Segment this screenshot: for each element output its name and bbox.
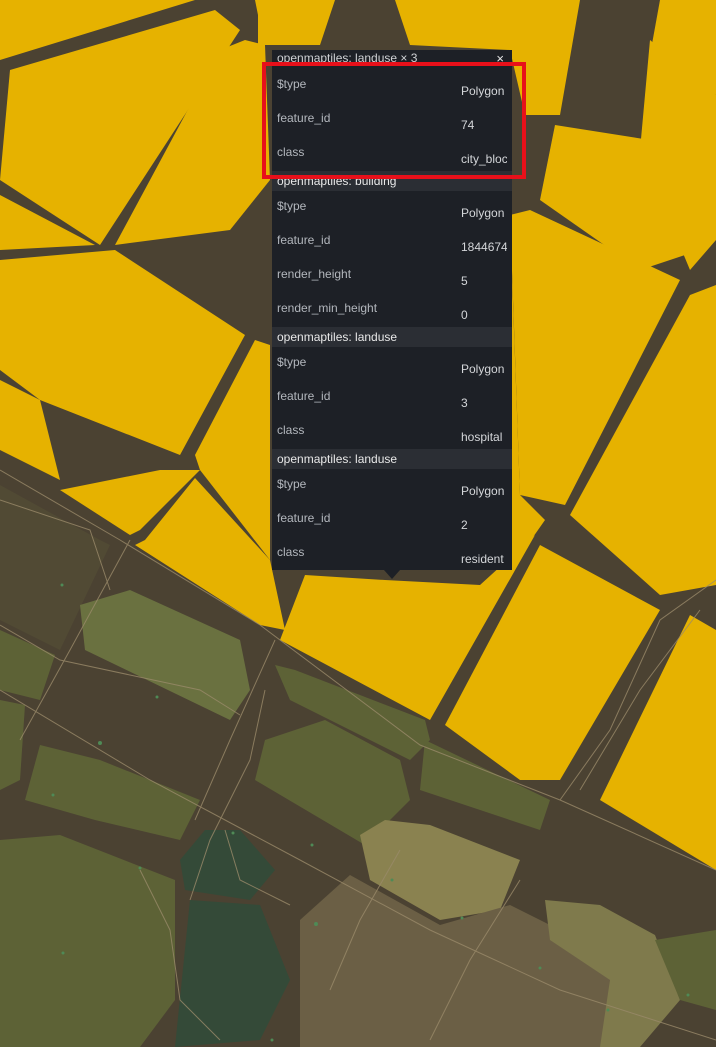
property-value: 1844674 bbox=[461, 240, 507, 254]
property-value: Polygon bbox=[461, 84, 505, 98]
property-key: render_height bbox=[277, 267, 352, 281]
property-value: 5 bbox=[461, 274, 468, 288]
property-key: $type bbox=[277, 355, 307, 369]
property-key: class bbox=[277, 545, 305, 559]
property-row: feature_id 2 bbox=[272, 511, 512, 545]
property-row: render_height 5 bbox=[272, 267, 512, 301]
popup-pointer bbox=[384, 570, 400, 579]
property-value: 3 bbox=[461, 396, 468, 410]
layer-header-building: openmaptiles: building bbox=[272, 171, 512, 191]
layer-header-landuse: openmaptiles: landuse bbox=[272, 327, 512, 347]
property-key: class bbox=[277, 145, 305, 159]
property-key: $type bbox=[277, 77, 307, 91]
property-value: Polygon bbox=[461, 484, 505, 498]
feature-inspect-popup: openmaptiles: landuse × 3 × $type Polygo… bbox=[272, 50, 512, 570]
property-value: city_bloc bbox=[461, 152, 507, 166]
property-key: feature_id bbox=[277, 233, 331, 247]
property-key: class bbox=[277, 423, 305, 437]
property-value: 2 bbox=[461, 518, 468, 532]
property-row: feature_id 3 bbox=[272, 389, 512, 423]
property-key: feature_id bbox=[277, 511, 331, 525]
property-row: feature_id 74 bbox=[272, 111, 512, 145]
layer-header-landuse: openmaptiles: landuse bbox=[272, 449, 512, 469]
property-key: $type bbox=[277, 199, 307, 213]
property-value: Polygon bbox=[461, 362, 505, 376]
property-value: hospital bbox=[461, 430, 503, 444]
property-value: 74 bbox=[461, 118, 475, 132]
close-icon[interactable]: × bbox=[496, 51, 504, 67]
property-key: render_min_height bbox=[277, 301, 378, 315]
property-key: feature_id bbox=[277, 389, 331, 403]
property-key: feature_id bbox=[277, 111, 331, 125]
property-row: $type Polygon bbox=[272, 477, 512, 511]
property-row: feature_id 1844674 bbox=[272, 233, 512, 267]
property-row: $type Polygon bbox=[272, 355, 512, 389]
property-value: resident bbox=[461, 552, 504, 566]
property-value: Polygon bbox=[461, 206, 505, 220]
property-key: $type bbox=[277, 477, 307, 491]
property-row: $type Polygon bbox=[272, 77, 512, 111]
property-value: 0 bbox=[461, 308, 468, 322]
property-row: $type Polygon bbox=[272, 199, 512, 233]
layer-header-landuse-multi: openmaptiles: landuse × 3 bbox=[272, 50, 512, 66]
